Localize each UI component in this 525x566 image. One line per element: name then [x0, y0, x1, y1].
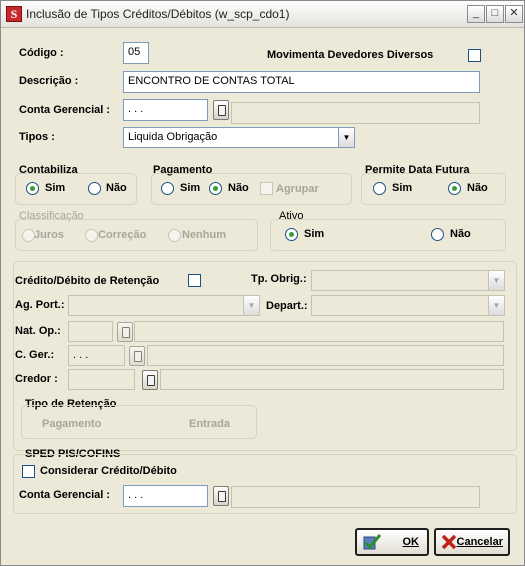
window-title: Inclusão de Tipos Créditos/Débitos (w_sc… — [26, 7, 290, 21]
retencao-pagamento-label: Pagamento — [42, 418, 102, 430]
tipos-select[interactable]: Liquida Obrigação ▼ — [123, 127, 355, 148]
conta-gerencial-label: Conta Gerencial : — [19, 104, 111, 116]
movimenta-checkbox[interactable] — [468, 49, 481, 62]
maximize-button[interactable]: □ — [486, 5, 504, 23]
ativo-nao-label[interactable]: Não — [450, 228, 471, 240]
ativo-sim-label[interactable]: Sim — [304, 228, 324, 240]
agrupar-checkbox — [260, 182, 273, 195]
credor-desc — [160, 369, 504, 390]
credor-field — [68, 369, 135, 390]
close-button[interactable]: ✕ — [505, 5, 523, 23]
nat-op-field — [68, 321, 113, 342]
tipos-label: Tipos : — [19, 131, 55, 143]
nat-op-label: Nat. Op.: — [15, 325, 61, 337]
ok-button[interactable]: OK — [355, 528, 429, 556]
cancel-label: Cancelar — [456, 536, 503, 548]
c-ger-desc — [147, 345, 504, 366]
correcao-radio — [85, 229, 98, 242]
tipos-value: Liquida Obrigação — [128, 131, 218, 143]
credito-retencao-label: Crédito/Débito de Retenção — [15, 275, 160, 287]
data-futura-sim-label[interactable]: Sim — [392, 182, 412, 194]
nat-op-desc — [134, 321, 504, 342]
considerar-label[interactable]: Considerar Crédito/Débito — [40, 465, 177, 477]
codigo-field[interactable]: 05 — [123, 42, 149, 64]
chevron-down-icon: ▼ — [243, 296, 259, 315]
c-ger-field: . . . — [68, 345, 125, 366]
nat-op-lookup-icon — [117, 322, 133, 342]
nenhum-radio — [168, 229, 181, 242]
check-icon — [363, 534, 381, 550]
close-icon — [441, 534, 457, 550]
considerar-checkbox[interactable] — [22, 465, 35, 478]
ag-port-label: Ag. Port.: — [15, 299, 65, 311]
conta-gerencial-field[interactable]: . . . — [123, 99, 208, 121]
title-bar[interactable]: S Inclusão de Tipos Créditos/Débitos (w_… — [1, 1, 524, 28]
descricao-label: Descrição : — [19, 75, 79, 87]
data-futura-nao-radio[interactable] — [448, 182, 461, 195]
retencao-entrada-label: Entrada — [189, 418, 230, 430]
chevron-down-icon: ▼ — [488, 296, 504, 315]
credor-lookup-icon[interactable] — [142, 370, 158, 390]
data-futura-sim-radio[interactable] — [373, 182, 386, 195]
depart-select: ▼ — [311, 295, 505, 316]
agrupar-label: Agrupar — [276, 183, 319, 195]
juros-label: Juros — [34, 229, 64, 241]
ativo-sim-radio[interactable] — [285, 228, 298, 241]
contabiliza-nao-radio[interactable] — [88, 182, 101, 195]
conta-lookup-icon[interactable] — [213, 100, 229, 120]
credito-retencao-checkbox[interactable] — [188, 274, 201, 287]
credor-label: Credor : — [15, 373, 58, 385]
sped-conta-field[interactable]: . . . — [123, 485, 208, 507]
chevron-down-icon: ▼ — [488, 271, 504, 290]
sped-conta-lookup-icon[interactable] — [213, 486, 229, 506]
c-ger-label: C. Ger.: — [15, 349, 55, 361]
ok-label: OK — [402, 536, 420, 548]
tp-obrig-select: ▼ — [311, 270, 505, 291]
form-panel: Código : 05 Movimenta Devedores Diversos… — [5, 31, 520, 562]
app-icon: S — [6, 6, 22, 22]
contabiliza-sim-radio[interactable] — [26, 182, 39, 195]
descricao-field[interactable]: ENCONTRO DE CONTAS TOTAL — [123, 71, 480, 93]
contabiliza-nao-label[interactable]: Não — [106, 182, 127, 194]
pagamento-nao-label[interactable]: Não — [228, 182, 249, 194]
tp-obrig-label: Tp. Obrig.: — [251, 273, 307, 285]
pagamento-sim-label[interactable]: Sim — [180, 182, 200, 194]
contabiliza-sim-label[interactable]: Sim — [45, 182, 65, 194]
pagamento-nao-radio[interactable] — [209, 182, 222, 195]
cancel-button[interactable]: Cancelar — [434, 528, 510, 556]
chevron-down-icon[interactable]: ▼ — [338, 128, 354, 147]
data-futura-nao-label[interactable]: Não — [467, 182, 488, 194]
sped-conta-label: Conta Gerencial : — [19, 489, 111, 501]
c-ger-lookup-icon — [129, 346, 145, 366]
ag-port-select: ▼ — [68, 295, 260, 316]
minimize-button[interactable]: _ — [467, 5, 485, 23]
correcao-label: Correção — [98, 229, 147, 241]
dialog-window: S Inclusão de Tipos Créditos/Débitos (w_… — [0, 0, 525, 566]
ativo-nao-radio[interactable] — [431, 228, 444, 241]
sped-conta-desc — [231, 486, 480, 508]
nenhum-label: Nenhum — [182, 229, 226, 241]
pagamento-sim-radio[interactable] — [161, 182, 174, 195]
conta-gerencial-desc — [231, 102, 480, 124]
codigo-label: Código : — [19, 47, 64, 59]
depart-label: Depart.: — [266, 300, 308, 312]
movimenta-label: Movimenta Devedores Diversos — [267, 49, 434, 61]
